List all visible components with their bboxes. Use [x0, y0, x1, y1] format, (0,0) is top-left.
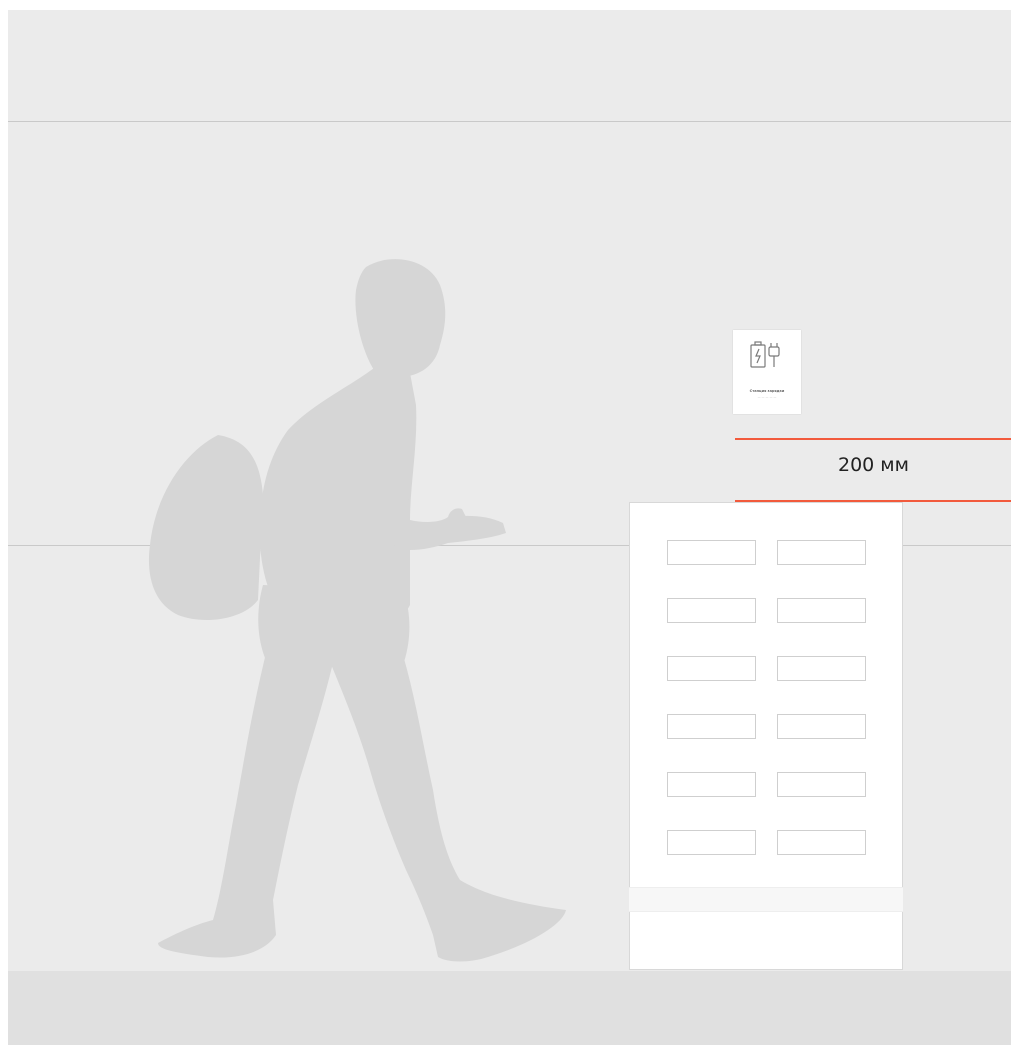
- charging-station-sign: Станция зарядки — — — — —: [733, 330, 801, 414]
- charging-locker-cabinet: [629, 502, 903, 970]
- locker-cell: [667, 830, 756, 855]
- locker-cell: [667, 540, 756, 565]
- dimension-line-top: [735, 438, 1011, 440]
- dimension-label: 200 мм: [838, 454, 909, 476]
- locker-cell: [777, 714, 866, 739]
- locker-cell: [777, 656, 866, 681]
- wall-line-top: [8, 121, 1011, 122]
- locker-cell: [667, 598, 756, 623]
- locker-cell: [777, 540, 866, 565]
- sign-subtitle: — — — — —: [757, 395, 777, 399]
- cabinet-divider-band: [629, 887, 903, 912]
- locker-cell: [667, 656, 756, 681]
- locker-cell: [777, 830, 866, 855]
- locker-cell: [667, 714, 756, 739]
- locker-cell: [777, 772, 866, 797]
- locker-cell: [777, 598, 866, 623]
- charging-battery-plug-icon: [750, 341, 780, 368]
- diagram-scene: Станция зарядки — — — — — 200 мм: [8, 10, 1011, 1045]
- person-silhouette: [148, 259, 566, 962]
- locker-cell: [667, 772, 756, 797]
- floor: [8, 971, 1011, 1045]
- sign-title: Станция зарядки: [749, 389, 785, 393]
